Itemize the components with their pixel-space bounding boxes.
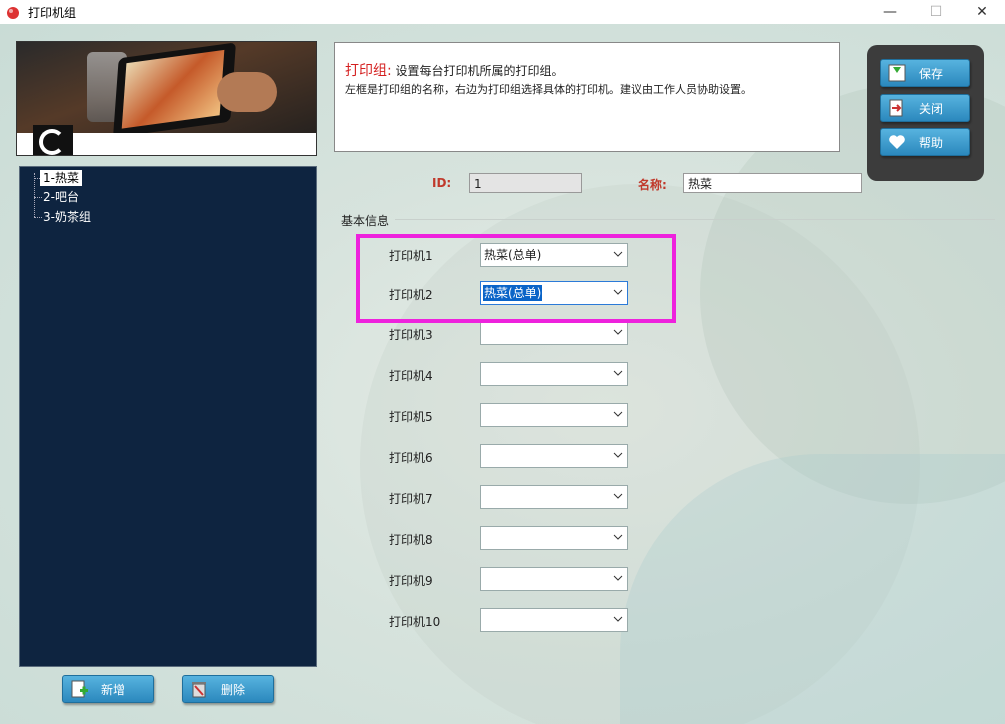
id-label: ID:: [432, 176, 452, 190]
printer-10-label: 打印机10: [389, 615, 441, 629]
add-icon: [71, 680, 88, 698]
chevron-down-icon: [613, 575, 623, 581]
printer-4-select[interactable]: [480, 362, 628, 386]
name-label: 名称:: [638, 178, 667, 192]
printer-group-tree[interactable]: 1-热菜 2-吧台 3-奶茶组: [19, 166, 317, 667]
printer-10-value: [483, 612, 485, 628]
tree-item-1[interactable]: 1-热菜: [40, 170, 82, 186]
chevron-down-icon: [613, 534, 623, 540]
brand-logo-icon: [33, 125, 73, 155]
save-button-label: 保存: [919, 66, 944, 81]
client-area: 1-热菜 2-吧台 3-奶茶组 新增 删除 打印组: 设置每台打印机所属的打印组…: [0, 24, 1005, 724]
printer-6-select[interactable]: [480, 444, 628, 468]
printer-10-select[interactable]: [480, 608, 628, 632]
close-button[interactable]: 关闭: [880, 94, 970, 122]
add-button-label: 新增: [101, 682, 126, 697]
chevron-down-icon: [613, 329, 623, 335]
printer-6-label: 打印机6: [389, 451, 433, 465]
printer-8-value: [483, 530, 485, 546]
info-heading: 打印组:: [345, 63, 392, 79]
printer-5-select[interactable]: [480, 403, 628, 427]
group-title: 基本信息: [341, 214, 390, 228]
maximize-button[interactable]: ☐: [913, 0, 959, 24]
chevron-down-icon: [613, 452, 623, 458]
printer-5-value: [483, 407, 485, 423]
id-field: 1: [469, 173, 582, 193]
close-button-label: 关闭: [919, 101, 944, 116]
chevron-down-icon: [613, 370, 623, 376]
save-button[interactable]: 保存: [880, 59, 970, 87]
close-window-button[interactable]: ✕: [959, 0, 1005, 24]
group-divider: [395, 219, 995, 220]
name-field[interactable]: 热菜: [683, 173, 862, 193]
banner-image: [16, 41, 317, 156]
delete-button[interactable]: 删除: [182, 675, 274, 703]
chevron-down-icon: [613, 411, 623, 417]
exit-icon: [889, 99, 903, 117]
printer-8-select[interactable]: [480, 526, 628, 550]
tree-item-2[interactable]: 2-吧台: [40, 189, 82, 205]
printer-5-label: 打印机5: [389, 410, 433, 424]
chevron-down-icon: [613, 493, 623, 499]
printer-7-label: 打印机7: [389, 492, 433, 506]
info-line-1: 设置每台打印机所属的打印组。: [395, 64, 564, 78]
printer-9-value: [483, 571, 485, 587]
highlight-box: [356, 234, 676, 323]
trash-icon: [192, 682, 206, 698]
minimize-button[interactable]: —: [867, 0, 913, 24]
printer-8-label: 打印机8: [389, 533, 433, 547]
delete-button-label: 删除: [221, 682, 246, 697]
info-line-2: 左框是打印组的名称，右边为打印组选择具体的打印机。建议由工作人员协助设置。: [345, 83, 752, 96]
printer-9-label: 打印机9: [389, 574, 433, 588]
app-icon: [7, 7, 19, 19]
printer-6-value: [483, 448, 485, 464]
printer-3-select[interactable]: [480, 321, 628, 345]
tree-item-3[interactable]: 3-奶茶组: [40, 209, 94, 225]
help-button[interactable]: 帮助: [880, 128, 970, 156]
printer-3-label: 打印机3: [389, 328, 433, 342]
printer-7-select[interactable]: [480, 485, 628, 509]
save-icon: [888, 64, 906, 82]
info-panel: 打印组: 设置每台打印机所属的打印组。 左框是打印组的名称，右边为打印组选择具体…: [334, 42, 840, 152]
window-title: 打印机组: [28, 5, 77, 20]
help-button-label: 帮助: [919, 135, 944, 150]
action-panel: 保存 关闭 帮助: [867, 45, 984, 181]
printer-4-value: [483, 366, 485, 382]
printer-7-value: [483, 489, 485, 505]
printer-3-value: [483, 325, 485, 341]
heart-icon: [889, 135, 905, 149]
printer-4-label: 打印机4: [389, 369, 433, 383]
printer-9-select[interactable]: [480, 567, 628, 591]
chevron-down-icon: [613, 616, 623, 622]
title-bar: 打印机组 — ☐ ✕: [0, 0, 1005, 24]
add-button[interactable]: 新增: [62, 675, 154, 703]
